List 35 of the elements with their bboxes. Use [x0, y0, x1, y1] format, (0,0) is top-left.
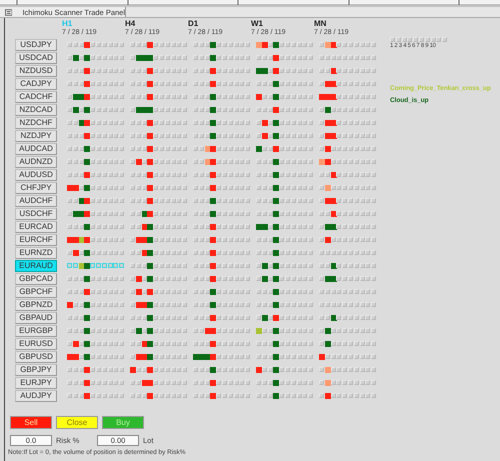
legend-strip-drawing	[390, 37, 448, 42]
timeframe-tab[interactable]: MN	[314, 18, 372, 28]
currency-pair-button[interactable]: CHFJPY	[15, 182, 57, 194]
currency-pair-button[interactable]: NZDCHF	[15, 116, 57, 128]
currency-pair-button[interactable]: GBPCAD	[15, 272, 57, 284]
currency-pair-button[interactable]: EURNZD	[15, 246, 57, 258]
currency-pair-button[interactable]: EURAUD	[15, 260, 57, 272]
currency-pair-button[interactable]: NZDCAD	[15, 104, 57, 116]
currency-pair-button[interactable]: EURGBP	[15, 324, 57, 336]
currency-pair-button[interactable]: EURCHF	[15, 234, 57, 246]
close-button[interactable]: Close	[56, 416, 98, 429]
currency-pair-button[interactable]: CADCHF	[15, 90, 57, 102]
menu-icon[interactable]	[5, 8, 12, 16]
currency-pair-button[interactable]: GBPCHF	[15, 286, 57, 298]
currency-pair-button[interactable]: CADJPY	[15, 78, 57, 90]
timeframe-tab[interactable]: H4	[125, 18, 183, 28]
currency-pair-button[interactable]: GBPAUD	[15, 312, 57, 324]
timeframe-tab[interactable]: D1	[188, 18, 246, 28]
currency-pair-button[interactable]: AUDJPY	[15, 390, 57, 402]
currency-pair-button[interactable]: AUDNZD	[15, 156, 57, 168]
currency-pair-button[interactable]: EURCAD	[15, 220, 57, 232]
currency-pair-button[interactable]: USDCAD	[15, 52, 57, 64]
currency-pair-button[interactable]: EURJPY	[15, 376, 57, 388]
currency-pair-button[interactable]: AUDCAD	[15, 142, 57, 154]
currency-pair-button[interactable]: GBPUSD	[15, 350, 57, 362]
currency-pair-button[interactable]: USDCHF	[15, 208, 57, 220]
currency-pair-button[interactable]: GBPJPY	[15, 364, 57, 376]
currency-pair-button[interactable]: AUDCHF	[15, 194, 57, 206]
currency-pair-button[interactable]: NZDUSD	[15, 64, 57, 76]
currency-pair-button[interactable]: AUDUSD	[15, 168, 57, 180]
timeframe-tab[interactable]: W1	[251, 18, 309, 28]
currency-pair-button[interactable]: GBPNZD	[15, 298, 57, 310]
currency-pair-button[interactable]: NZDJPY	[15, 130, 57, 142]
currency-pair-button[interactable]: USDJPY	[15, 38, 57, 50]
currency-pair-button[interactable]: EURUSD	[15, 338, 57, 350]
